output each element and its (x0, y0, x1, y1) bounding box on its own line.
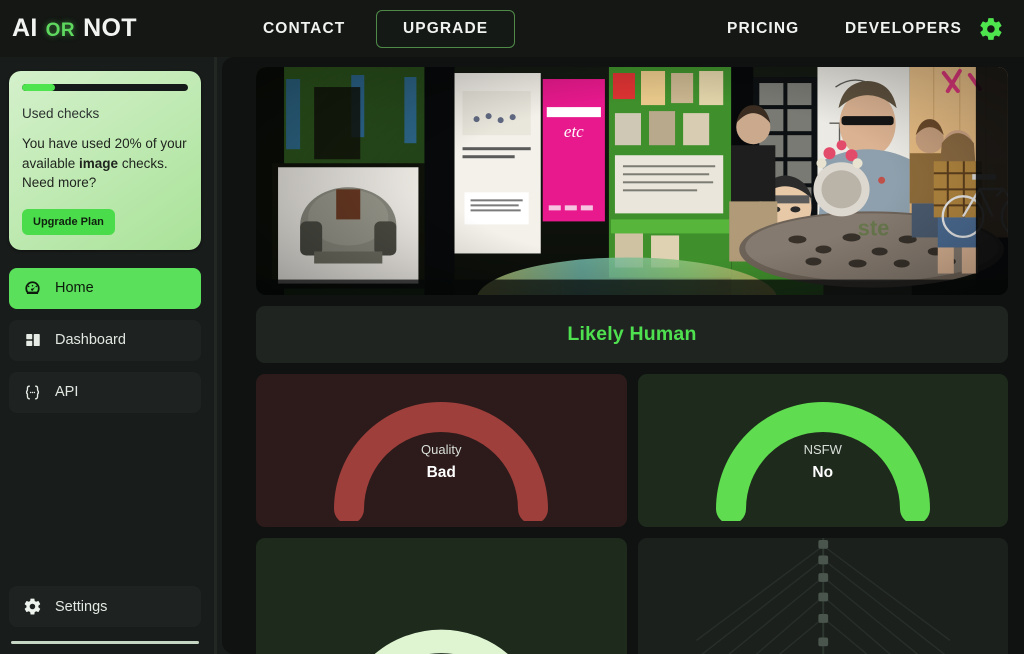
sidebar-footer: Settings (9, 586, 201, 654)
usage-title: Used checks (22, 106, 100, 121)
verdict-label: Likely Human (567, 323, 697, 345)
nav-contact[interactable]: CONTACT (263, 20, 345, 38)
gauge-partial-left[interactable] (256, 538, 627, 654)
gauge-nsfw-labels: NSFW No (804, 420, 842, 482)
gauge-quality-value: Bad (426, 463, 456, 481)
usage-text-bold: image (79, 155, 119, 171)
sidebar-item-api[interactable]: API (9, 371, 201, 413)
sidebar-item-settings-label: Settings (55, 598, 108, 615)
usage-card: Used checks You have used 20% of your av… (9, 71, 201, 250)
speedometer-icon (23, 279, 42, 298)
sidebar-item-home[interactable]: Home (9, 267, 201, 309)
gauge-nsfw-name: NSFW (803, 441, 842, 457)
nav-upgrade[interactable]: UPGRADE (376, 9, 516, 48)
sidebar-item-settings[interactable]: Settings (9, 586, 201, 627)
gear-icon-sidebar-svg (24, 598, 41, 615)
upgrade-plan-button[interactable]: Upgrade Plan (22, 208, 115, 235)
brand-logo[interactable]: AI OR NOT (0, 14, 210, 43)
sidebar: Used checks You have used 20% of your av… (0, 57, 210, 654)
gauge-quality-labels: Quality Bad (421, 420, 461, 482)
usage-progress-fill (22, 84, 56, 91)
usage-progress-bar (22, 84, 188, 91)
verdict-panel: Likely Human (256, 306, 1008, 363)
image-vignette (256, 67, 1008, 295)
usage-description: You have used 20% of your available imag… (22, 134, 188, 193)
gauge-partial-left-arc (374, 629, 508, 654)
nav-developers[interactable]: DEVELOPERS (845, 20, 962, 38)
speedometer-icon-svg (25, 281, 40, 294)
results-column: etc (256, 67, 1008, 654)
brand-ai: AI (12, 14, 38, 42)
gear-icon-svg (980, 17, 1002, 40)
sidebar-item-dashboard-label: Dashboard (55, 332, 126, 349)
body-split: Used checks You have used 20% of your av… (0, 57, 1024, 654)
gear-icon (23, 597, 42, 616)
gauge-partial-right-ticks (695, 538, 950, 654)
brand-or: OR (45, 20, 76, 41)
top-header: AI OR NOT CONTACT UPGRADE PRICING DEVELOPE… (0, 0, 1024, 57)
code-braces-icon-svg (25, 385, 40, 400)
nav-pricing[interactable]: PRICING (727, 20, 799, 38)
main-content: etc (222, 57, 1024, 654)
layout-grid-icon (23, 331, 42, 350)
gauge-row-primary: Quality Bad NSFW No (256, 374, 1008, 527)
analyzed-image[interactable]: etc (256, 67, 1008, 295)
gauge-partial-right[interactable] (637, 538, 1008, 654)
gauge-quality-name: Quality (421, 441, 462, 457)
panel-divider-rail (210, 57, 222, 654)
sidebar-nav: Home Dashboard API (9, 267, 201, 413)
settings-gear-icon[interactable] (978, 16, 1004, 42)
sidebar-item-api-label: API (55, 384, 79, 401)
gauge-nsfw[interactable]: NSFW No (637, 374, 1008, 527)
gauge-row-secondary (256, 538, 1008, 654)
gauge-quality[interactable]: Quality Bad (256, 374, 627, 527)
sidebar-bottom-divider (11, 641, 199, 644)
gauge-nsfw-value: No (812, 463, 834, 481)
code-braces-icon (23, 383, 42, 402)
sidebar-item-home-label: Home (55, 280, 94, 297)
main-nav: CONTACT UPGRADE PRICING DEVELOPERS (210, 0, 1024, 57)
sidebar-item-dashboard[interactable]: Dashboard (9, 319, 201, 361)
layout-grid-icon-svg (25, 334, 40, 347)
brand-not: NOT (83, 14, 137, 42)
app-root: AI OR NOT CONTACT UPGRADE PRICING DEVELOPE… (0, 0, 1024, 654)
